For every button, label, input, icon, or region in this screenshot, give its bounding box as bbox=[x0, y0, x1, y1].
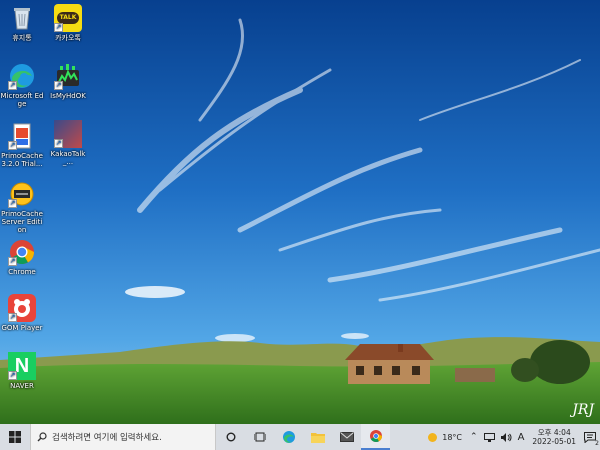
shortcut-arrow-icon: ↗ bbox=[8, 313, 17, 322]
search-placeholder: 검색하려면 여기에 입력하세요. bbox=[52, 433, 162, 443]
kakaotalk-file-icon: ↗ bbox=[54, 120, 82, 148]
taskbar-clock[interactable]: 오후 4:04 2022-05-01 bbox=[532, 428, 576, 446]
sun-weather-icon bbox=[428, 432, 438, 442]
chevron-up-icon: ⌃ bbox=[470, 432, 478, 442]
taskbar-search-box[interactable]: 검색하려면 여기에 입력하세요. bbox=[30, 424, 216, 450]
desktop-icon-primocache-server[interactable]: ↗ PrimoCache Server Edition bbox=[0, 180, 44, 234]
desktop-icon-kakaotalk-file[interactable]: ↗ KakaoTalk_... bbox=[46, 120, 90, 166]
shortcut-arrow-icon: ↗ bbox=[8, 371, 17, 380]
chrome-icon: ↗ bbox=[8, 238, 36, 266]
taskbar-chrome-button[interactable] bbox=[361, 424, 390, 450]
desktop-icon-gom-player[interactable]: ↗ GOM Player bbox=[0, 294, 44, 332]
speaker-icon bbox=[500, 432, 512, 442]
chrome-icon bbox=[369, 430, 382, 443]
taskbar-mail-button[interactable] bbox=[332, 424, 361, 450]
naver-icon: N ↗ bbox=[8, 352, 36, 380]
cortana-button[interactable] bbox=[216, 424, 245, 450]
mail-icon bbox=[339, 432, 354, 442]
show-hidden-icons-button[interactable]: ⌃ bbox=[470, 432, 478, 442]
search-icon bbox=[37, 432, 47, 442]
start-button[interactable] bbox=[0, 424, 30, 450]
clock-time: 오후 4:04 bbox=[537, 428, 571, 437]
shortcut-arrow-icon: ↗ bbox=[54, 23, 63, 32]
signature-watermark: JRJ bbox=[572, 402, 594, 418]
primocache-icon: ↗ bbox=[8, 122, 36, 150]
action-center-button[interactable]: 2 bbox=[580, 431, 600, 447]
windows-logo-icon bbox=[9, 431, 21, 443]
cortana-circle-icon bbox=[226, 432, 235, 442]
shortcut-arrow-icon: ↗ bbox=[54, 139, 63, 148]
desktop-icon-kakaotalk[interactable]: TALK ↗ 카카오톡 bbox=[46, 4, 90, 42]
taskbar-edge-button[interactable] bbox=[274, 424, 303, 450]
network-status-button[interactable] bbox=[483, 432, 495, 442]
desktop-icon-recycle-bin[interactable]: 휴지통 bbox=[0, 4, 44, 42]
desktop-wallpaper: 휴지통 TALK ↗ 카카오톡 ↗ Microsoft Edge ↗ IsMyH… bbox=[0, 0, 600, 424]
folder-icon bbox=[310, 433, 325, 443]
shortcut-arrow-icon: ↗ bbox=[8, 141, 17, 150]
kakaotalk-icon: TALK ↗ bbox=[54, 4, 82, 32]
volume-button[interactable] bbox=[500, 432, 512, 442]
desktop-icon-primocache-trial[interactable]: ↗ PrimoCache 3.2.0 Trial... bbox=[0, 122, 44, 168]
recycle-bin-icon bbox=[8, 4, 36, 32]
weather-temperature: 18°C bbox=[442, 432, 463, 442]
desktop-icon-edge[interactable]: ↗ Microsoft Edge bbox=[0, 62, 44, 108]
edge-icon: ↗ bbox=[8, 62, 36, 90]
primocache-server-icon: ↗ bbox=[8, 180, 36, 208]
taskbar-file-explorer-button[interactable] bbox=[303, 424, 332, 450]
shortcut-arrow-icon: ↗ bbox=[54, 81, 63, 90]
desktop-icon-chrome[interactable]: ↗ Chrome bbox=[0, 238, 44, 276]
desktop-icon-ismyhdok[interactable]: ↗ IsMyHdOK bbox=[46, 62, 90, 100]
edge-icon bbox=[282, 431, 295, 443]
task-view-icon bbox=[253, 432, 266, 442]
weather-widget[interactable]: 18°C bbox=[427, 432, 462, 443]
shortcut-arrow-icon: ↗ bbox=[8, 199, 17, 208]
shortcut-arrow-icon: ↗ bbox=[8, 81, 17, 90]
wallpaper-landscape bbox=[0, 0, 600, 424]
task-view-button[interactable] bbox=[245, 424, 274, 450]
ime-language-indicator[interactable]: A bbox=[518, 432, 525, 443]
hdd-icon: ↗ bbox=[54, 62, 82, 90]
desktop-icon-naver[interactable]: N ↗ NAVER bbox=[0, 352, 44, 390]
taskbar: 검색하려면 여기에 입력하세요. 18°C ⌃ A 오후 4:04 2022-0… bbox=[0, 424, 600, 450]
clock-date: 2022-05-01 bbox=[532, 437, 576, 446]
notification-count-badge: 2 bbox=[595, 439, 599, 447]
system-tray: 18°C ⌃ A 오후 4:04 2022-05-01 2 bbox=[427, 424, 600, 450]
shortcut-arrow-icon: ↗ bbox=[8, 257, 17, 266]
gom-player-icon: ↗ bbox=[8, 294, 36, 322]
network-monitor-icon bbox=[483, 432, 495, 442]
